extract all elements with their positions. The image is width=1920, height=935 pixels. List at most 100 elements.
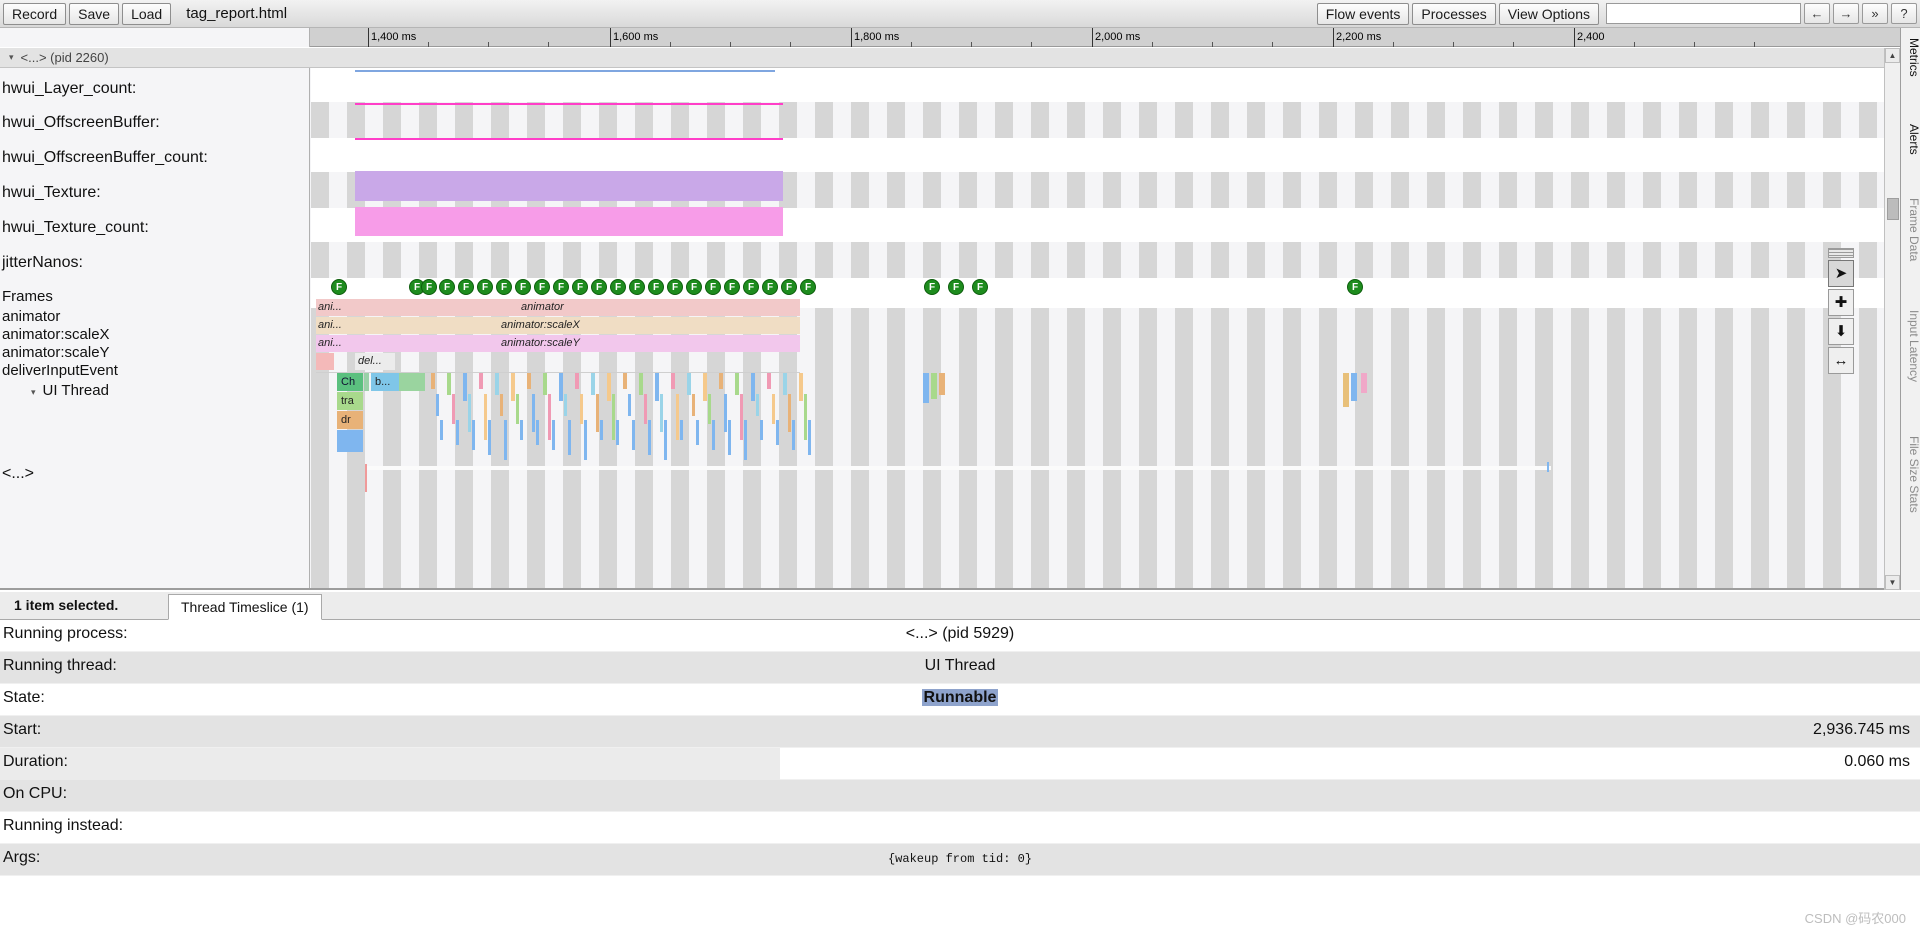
frame-marker-icon[interactable]: F	[1347, 279, 1363, 295]
tool-drag-handle[interactable]	[1828, 248, 1854, 258]
ui-thread-slice[interactable]	[799, 373, 803, 401]
slice-sync-box[interactable]	[337, 430, 363, 452]
track-label-hwui-offscreenbuffer-count[interactable]: hwui_OffscreenBuffer_count:	[0, 149, 208, 167]
ui-thread-slice[interactable]	[616, 420, 619, 445]
ui-thread-slice[interactable]	[447, 373, 451, 395]
track-label-frames[interactable]: Frames	[0, 288, 53, 305]
track-label-animator[interactable]: animator	[0, 308, 60, 325]
timing-tool-icon[interactable]: ↔	[1828, 347, 1854, 374]
deliver-input-bg-left[interactable]	[316, 353, 334, 370]
track-label-hwui-layer-count[interactable]: hwui_Layer_count:	[0, 80, 136, 98]
more-options-button[interactable]: »	[1862, 3, 1888, 24]
animator-slice[interactable]: animator	[521, 299, 641, 315]
ui-thread-slice[interactable]	[923, 373, 929, 403]
frame-marker-icon[interactable]: F	[648, 279, 664, 295]
ui-thread-slice[interactable]	[751, 373, 755, 401]
frame-marker-icon[interactable]: F	[800, 279, 816, 295]
ui-thread-slice[interactable]	[664, 420, 667, 460]
track-label-hwui-offscreenbuffer[interactable]: hwui_OffscreenBuffer:	[0, 114, 160, 132]
ui-thread-slice[interactable]	[456, 420, 459, 445]
frame-marker-icon[interactable]: F	[572, 279, 588, 295]
ui-thread-slice[interactable]	[591, 373, 595, 395]
ui-thread-slice[interactable]	[504, 420, 507, 460]
ui-thread-slice[interactable]	[472, 420, 475, 450]
frame-marker-icon[interactable]: F	[629, 279, 645, 295]
ui-thread-slice[interactable]	[939, 373, 945, 395]
tab-thread-timeslice[interactable]: Thread Timeslice (1)	[168, 594, 322, 620]
side-tab-alerts[interactable]: Alerts	[1901, 124, 1920, 155]
chevron-down-icon[interactable]: ▾	[9, 52, 14, 63]
track-label-hwui-texture[interactable]: hwui_Texture:	[0, 184, 101, 202]
frame-marker-icon[interactable]: F	[439, 279, 455, 295]
flow-events-button[interactable]: Flow events	[1316, 2, 1410, 25]
slice-small-green[interactable]	[364, 373, 369, 391]
ui-thread-slice[interactable]	[1351, 373, 1357, 401]
ui-thread-slice[interactable]	[468, 394, 471, 432]
frame-marker-icon[interactable]: F	[458, 279, 474, 295]
ui-thread-slice[interactable]	[744, 420, 747, 460]
ui-thread-slice[interactable]	[756, 394, 759, 416]
deliver-input-slice[interactable]: del...	[358, 353, 398, 369]
frame-marker-icon[interactable]: F	[553, 279, 569, 295]
frame-marker-icon[interactable]: F	[421, 279, 437, 295]
frame-marker-icon[interactable]: F	[331, 279, 347, 295]
ui-thread-slice[interactable]	[575, 373, 579, 389]
animator-slice-short[interactable]: ani...	[318, 299, 354, 315]
ui-thread-slice[interactable]	[452, 394, 455, 424]
ui-thread-slice[interactable]	[712, 420, 715, 450]
ui-thread-slice[interactable]	[703, 373, 707, 401]
ui-thread-slice[interactable]	[671, 373, 675, 389]
track-label-ui-thread[interactable]: ▾ UI Thread	[0, 382, 109, 399]
ui-thread-slice[interactable]	[559, 373, 563, 401]
ui-thread-slice[interactable]	[596, 394, 599, 432]
scroll-down-icon[interactable]: ▼	[1885, 575, 1900, 590]
frame-marker-icon[interactable]: F	[743, 279, 759, 295]
ui-thread-slice[interactable]	[648, 420, 651, 455]
ui-thread-slice[interactable]	[687, 373, 691, 395]
timeline-vertical-scrollbar[interactable]: ▲ ▼	[1884, 48, 1900, 590]
ui-thread-slice[interactable]	[628, 394, 631, 416]
ui-thread-slice[interactable]	[600, 420, 603, 440]
frame-marker-icon[interactable]: F	[686, 279, 702, 295]
ui-thread-slice[interactable]	[527, 373, 531, 389]
ui-thread-slice[interactable]	[484, 394, 487, 440]
frame-marker-icon[interactable]: F	[496, 279, 512, 295]
ui-thread-slice[interactable]	[536, 420, 539, 445]
ui-thread-slice[interactable]	[532, 394, 535, 432]
ui-thread-slice[interactable]	[735, 373, 739, 395]
ui-thread-slice[interactable]	[488, 420, 491, 455]
ui-thread-slice[interactable]	[623, 373, 627, 389]
search-input[interactable]	[1606, 3, 1801, 24]
ui-thread-slice[interactable]	[788, 394, 791, 432]
process-group-header[interactable]: ▾ <...> (pid 2260)	[0, 48, 1890, 68]
frame-marker-icon[interactable]: F	[924, 279, 940, 295]
slice-bindapp-label[interactable]: b...	[373, 374, 399, 390]
ui-thread-slice[interactable]	[511, 373, 515, 401]
frame-marker-icon[interactable]: F	[610, 279, 626, 295]
ui-thread-slice[interactable]	[724, 394, 727, 432]
timeline-canvas[interactable]: FFFFFFFFFFFFFFFFFFFFFFFFFFF ani... anima…	[311, 68, 1890, 588]
ui-thread-slice[interactable]	[692, 394, 695, 416]
ui-thread-slice[interactable]	[680, 420, 683, 440]
ui-thread-slice[interactable]	[696, 420, 699, 445]
scalex-slice[interactable]: animator:scaleX	[501, 317, 641, 333]
side-tab-metrics[interactable]: Metrics	[1901, 38, 1920, 77]
ui-thread-slice[interactable]	[632, 420, 635, 450]
ui-thread-slice[interactable]	[792, 420, 795, 450]
frame-marker-icon[interactable]: F	[762, 279, 778, 295]
ui-thread-slice[interactable]	[500, 394, 503, 416]
ui-thread-slice[interactable]	[440, 420, 443, 440]
ui-thread-slice[interactable]	[564, 394, 567, 416]
scalex-slice-short[interactable]: ani...	[318, 317, 354, 333]
ui-thread-slice[interactable]	[552, 420, 555, 450]
frame-marker-icon[interactable]: F	[667, 279, 683, 295]
ui-thread-slice[interactable]	[543, 373, 547, 395]
frame-marker-icon[interactable]: F	[591, 279, 607, 295]
ui-thread-slice[interactable]	[495, 373, 499, 395]
pan-tool-icon[interactable]: ✚	[1828, 289, 1854, 316]
frame-marker-icon[interactable]: F	[534, 279, 550, 295]
track-label-animator-scalex[interactable]: animator:scaleX	[0, 326, 110, 343]
frame-marker-icon[interactable]: F	[781, 279, 797, 295]
ui-thread-slice[interactable]	[431, 373, 435, 389]
ui-thread-slice[interactable]	[719, 373, 723, 389]
